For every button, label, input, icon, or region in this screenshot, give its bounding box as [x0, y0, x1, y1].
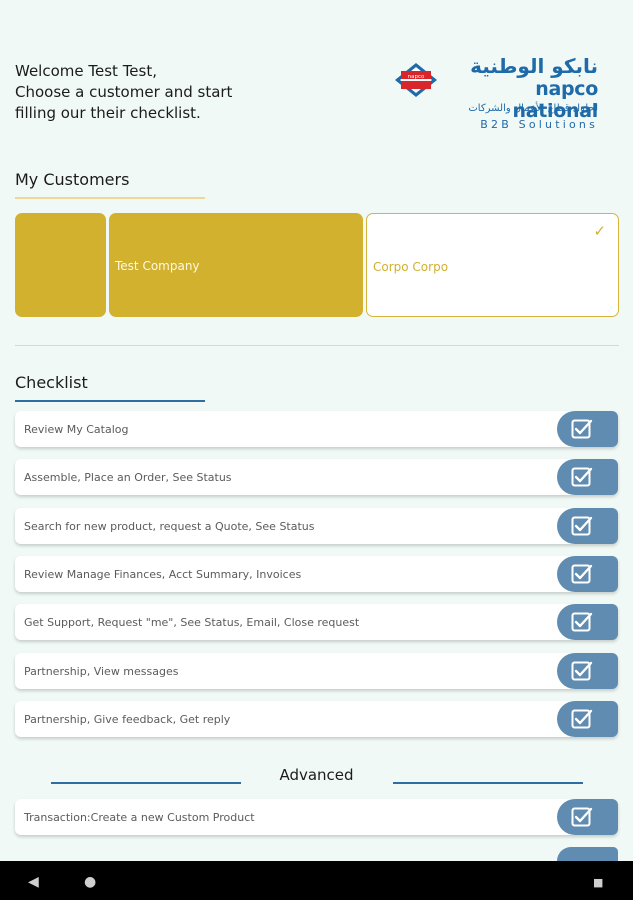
check-square-icon [571, 612, 593, 632]
checklist-item-label: Partnership, Give feedback, Get reply [24, 712, 231, 726]
checklist-item[interactable]: Review My Catalog [15, 411, 618, 447]
seal-text: napco [408, 74, 425, 80]
checklist-item-label: Review Manage Finances, Acct Summary, In… [24, 567, 302, 581]
selected-check-icon: ✓ [593, 222, 606, 240]
system-nav-bar: ◀ ● ■ [0, 861, 633, 900]
check-square-icon [571, 807, 593, 827]
check-button[interactable] [557, 507, 618, 544]
checklist-item[interactable]: Assemble, Place an Order, See Status [15, 459, 618, 496]
check-square-icon [571, 467, 593, 487]
customer-name: Test Company [115, 259, 200, 273]
my-customers-underline [15, 197, 205, 199]
check-square-icon [571, 419, 593, 439]
my-customers-title: My Customers [15, 170, 130, 189]
back-icon[interactable]: ◀ [28, 874, 39, 890]
customer-card-0[interactable] [15, 213, 106, 317]
checklist-item[interactable]: Search for new product, request a Quote,… [15, 507, 618, 544]
napco-logo: napco نابكو الوطنية napco national لحلول… [392, 54, 602, 138]
checklist-item-label: Partnership, View messages [24, 664, 179, 678]
check-square-icon [571, 661, 593, 680]
check-button[interactable] [557, 555, 618, 592]
check-button[interactable] [557, 652, 618, 689]
checklist-item-label: Assemble, Place an Order, See Status [24, 471, 232, 485]
section-divider [15, 345, 619, 346]
logo-english-name: napco national [512, 78, 599, 122]
check-button[interactable] [557, 459, 618, 496]
check-button[interactable] [557, 799, 618, 835]
checklist-item-label: Review My Catalog [24, 423, 129, 436]
home-icon[interactable]: ● [84, 874, 96, 890]
checklist-item-label: Search for new product, request a Quote,… [24, 519, 315, 533]
checklist-underline [15, 400, 205, 402]
check-square-icon [571, 564, 593, 584]
check-button-partial [557, 847, 618, 861]
customer-name: Corpo Corpo [373, 260, 449, 274]
recents-icon[interactable]: ■ [593, 876, 603, 889]
checklist-item[interactable]: Partnership, View messages [15, 652, 618, 689]
check-button[interactable] [557, 700, 618, 737]
check-square-icon [571, 709, 593, 729]
checklist-item[interactable]: Review Manage Finances, Acct Summary, In… [15, 555, 618, 592]
logo-arabic-name: نابكو الوطنية [470, 54, 598, 78]
advanced-line-right [393, 782, 583, 784]
checklist-item[interactable]: Transaction:Create a new Custom Product [15, 799, 618, 835]
checklist-title: Checklist [15, 373, 88, 392]
check-button[interactable] [557, 604, 618, 641]
welcome-message: Welcome Test Test, Choose a customer and… [15, 61, 232, 124]
checklist-item[interactable]: Partnership, Give feedback, Get reply [15, 700, 618, 737]
checklist-item[interactable]: Get Support, Request "me", See Status, E… [15, 604, 618, 641]
welcome-line-1: Welcome Test Test, [15, 62, 157, 80]
welcome-line-2: Choose a customer and start [15, 83, 233, 101]
list-item-partial [15, 847, 618, 861]
checklist-item-label: Get Support, Request "me", See Status, E… [24, 616, 360, 630]
check-button[interactable] [557, 411, 618, 447]
check-square-icon [571, 516, 593, 536]
customer-card-test-company[interactable]: Test Company [109, 213, 363, 317]
napco-seal-icon: napco [395, 63, 437, 97]
checklist-item-label: Transaction:Create a new Custom Product [24, 811, 255, 824]
welcome-line-3: filling our their checklist. [15, 104, 201, 122]
customer-card-corpo-corpo[interactable]: ✓ Corpo Corpo [366, 213, 619, 317]
logo-b2b-solutions: B2B Solutions [480, 118, 598, 131]
logo-arabic-tagline: لحلول قطاع الأعمال والشركات [468, 103, 598, 114]
